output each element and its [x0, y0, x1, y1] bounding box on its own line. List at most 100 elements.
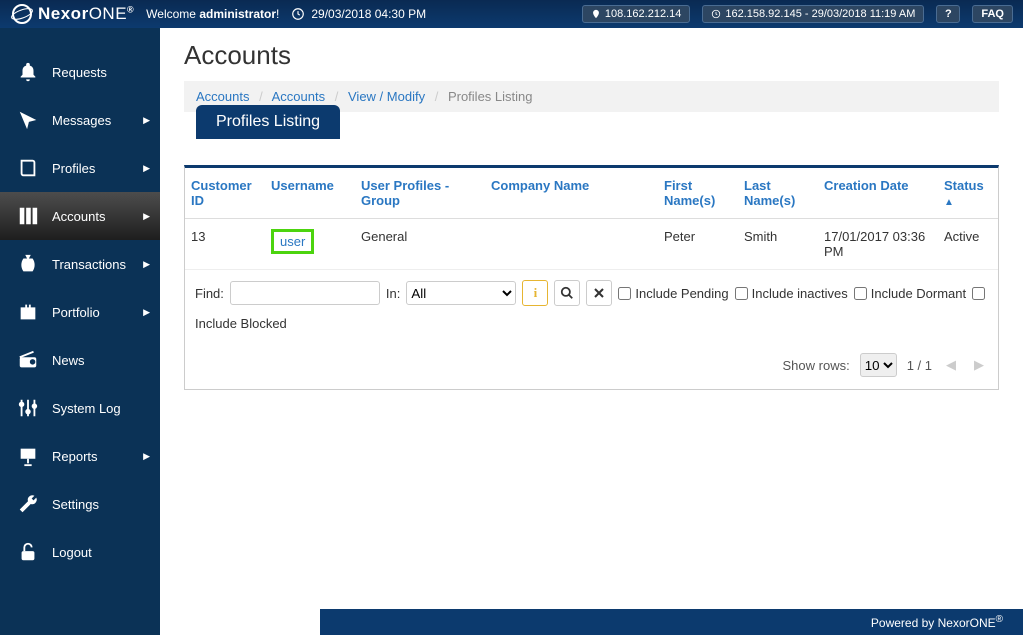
sidebar-item-settings[interactable]: Settings [0, 480, 160, 528]
chevron-right-icon: ▶ [143, 451, 150, 462]
include-dormant-wrap[interactable]: Include Dormant [854, 286, 966, 301]
location-icon [591, 9, 601, 19]
page-indicator: 1 / 1 [907, 358, 932, 373]
col-first[interactable]: First Name(s) [658, 168, 738, 219]
page-title: Accounts [184, 40, 999, 71]
sidebar-item-profiles[interactable]: Profiles ▶ [0, 144, 160, 192]
in-select[interactable]: All [406, 281, 516, 305]
sidebar-item-reports[interactable]: Reports ▶ [0, 432, 160, 480]
breadcrumb-link[interactable]: Accounts [196, 89, 249, 104]
cell-customer-id: 13 [185, 219, 265, 270]
faq-button[interactable]: FAQ [972, 5, 1013, 23]
chevron-right-icon: ▶ [143, 259, 150, 270]
footer: Powered by NexorONE® [320, 609, 1023, 635]
welcome-text: Welcome administrator! [146, 7, 279, 21]
include-inactives-checkbox[interactable] [735, 287, 748, 300]
cell-group: General [355, 219, 485, 270]
cell-username: user [265, 219, 355, 270]
sidebar-item-label: News [52, 353, 85, 368]
include-dormant-checkbox[interactable] [854, 287, 867, 300]
breadcrumb-link[interactable]: Accounts [272, 89, 325, 104]
sidebar-item-system-log[interactable]: System Log [0, 384, 160, 432]
sidebar-item-accounts[interactable]: Accounts ▶ [0, 192, 160, 240]
logo: NexorONE® [10, 2, 134, 26]
sidebar-item-label: Reports [52, 449, 98, 464]
chevron-right-icon: ▶ [143, 115, 150, 126]
sidebar-item-label: Settings [52, 497, 99, 512]
moneybag-icon [16, 252, 40, 276]
pager: Show rows: 10 1 / 1 ◀ ▶ [185, 341, 998, 389]
cell-first: Peter [658, 219, 738, 270]
sliders-icon [16, 396, 40, 420]
chevron-right-icon: ▶ [143, 307, 150, 318]
tab-profiles-listing[interactable]: Profiles Listing [196, 105, 340, 139]
clock-icon [711, 9, 721, 19]
col-last[interactable]: Last Name(s) [738, 168, 818, 219]
sidebar-item-logout[interactable]: Logout [0, 528, 160, 576]
breadcrumb-link[interactable]: View / Modify [348, 89, 425, 104]
suitcase-icon [16, 300, 40, 324]
col-customer-id[interactable]: Customer ID [185, 168, 265, 219]
current-ip-pill[interactable]: 108.162.212.14 [582, 5, 690, 23]
listing-panel: Customer ID Username User Profiles - Gro… [184, 165, 999, 390]
include-inactives-wrap[interactable]: Include inactives [735, 286, 848, 301]
sidebar-item-label: Transactions [52, 257, 126, 272]
rows-per-page-select[interactable]: 10 [860, 353, 897, 377]
sidebar-item-label: System Log [52, 401, 121, 416]
include-blocked-row: Include Blocked [185, 316, 998, 341]
table-row[interactable]: 13 user General Peter Smith 17/01/2017 0… [185, 219, 998, 270]
book-icon [16, 156, 40, 180]
info-button[interactable]: i [522, 280, 548, 306]
filter-row: Find: In: All i Include Pending Include … [185, 270, 998, 316]
sidebar-item-label: Profiles [52, 161, 95, 176]
include-pending-wrap[interactable]: Include Pending [618, 286, 728, 301]
include-pending-checkbox[interactable] [618, 287, 631, 300]
col-group[interactable]: User Profiles - Group [355, 168, 485, 219]
sidebar-item-label: Logout [52, 545, 92, 560]
col-username[interactable]: Username [265, 168, 355, 219]
clock-icon [291, 7, 305, 21]
radio-icon [16, 348, 40, 372]
find-label: Find: [195, 286, 224, 301]
cell-company [485, 219, 658, 270]
include-blocked-checkbox-tail[interactable] [972, 287, 985, 300]
chevron-right-icon: ▶ [143, 163, 150, 174]
cell-last: Smith [738, 219, 818, 270]
sidebar-item-transactions[interactable]: Transactions ▶ [0, 240, 160, 288]
col-status[interactable]: Status [938, 168, 998, 219]
col-created[interactable]: Creation Date [818, 168, 938, 219]
clear-button[interactable] [586, 280, 612, 306]
search-icon [560, 286, 574, 300]
breadcrumb-current: Profiles Listing [448, 89, 533, 104]
username-link[interactable]: user [271, 229, 314, 254]
sidebar: Requests Messages ▶ Profiles ▶ Accounts … [0, 28, 160, 635]
server-time: 29/03/2018 04:30 PM [291, 7, 426, 21]
next-page-button[interactable]: ▶ [970, 357, 988, 373]
sidebar-item-portfolio[interactable]: Portfolio ▶ [0, 288, 160, 336]
bell-icon [16, 60, 40, 84]
lock-open-icon [16, 540, 40, 564]
last-login-pill[interactable]: 162.158.92.145 - 29/03/2018 11:19 AM [702, 5, 924, 23]
sidebar-item-news[interactable]: News [0, 336, 160, 384]
search-button[interactable] [554, 280, 580, 306]
help-button[interactable]: ? [936, 5, 960, 23]
close-icon [593, 287, 605, 299]
cursor-icon [16, 108, 40, 132]
presentation-icon [16, 444, 40, 468]
logo-text: NexorONE® [38, 4, 134, 24]
col-company[interactable]: Company Name [485, 168, 658, 219]
sidebar-item-messages[interactable]: Messages ▶ [0, 96, 160, 144]
find-input[interactable] [230, 281, 380, 305]
logo-icon [10, 2, 34, 26]
in-label: In: [386, 286, 400, 301]
sidebar-item-label: Portfolio [52, 305, 100, 320]
binders-icon [16, 204, 40, 228]
cell-status: Active [938, 219, 998, 270]
chevron-right-icon: ▶ [143, 211, 150, 222]
sidebar-item-label: Messages [52, 113, 111, 128]
cell-created: 17/01/2017 03:36 PM [818, 219, 938, 270]
sidebar-item-requests[interactable]: Requests [0, 48, 160, 96]
top-header: NexorONE® Welcome administrator! 29/03/2… [0, 0, 1023, 28]
sidebar-item-label: Accounts [52, 209, 105, 224]
prev-page-button[interactable]: ◀ [942, 357, 960, 373]
